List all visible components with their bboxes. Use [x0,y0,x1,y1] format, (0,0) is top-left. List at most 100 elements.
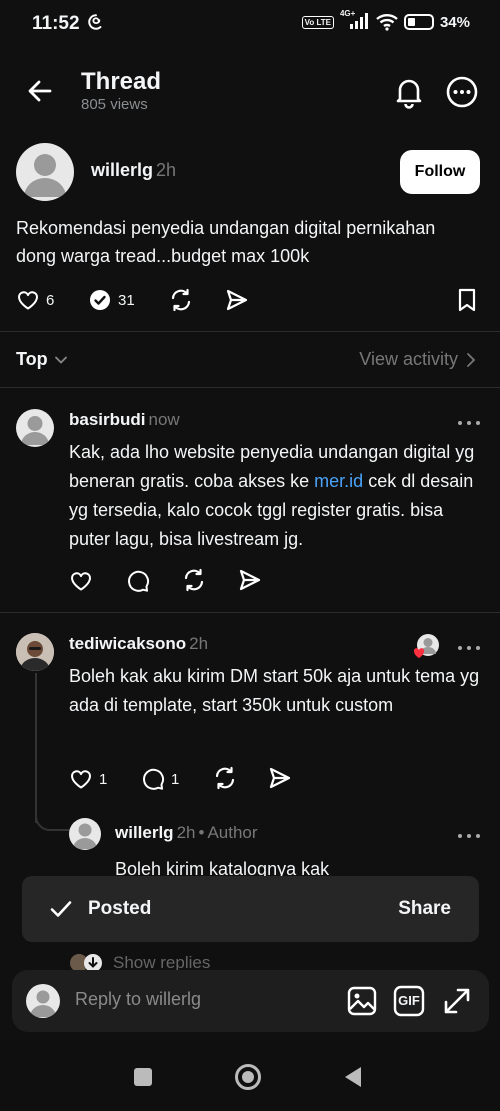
send-icon [226,289,248,311]
reply-username[interactable]: basirbudi [69,410,146,429]
like-button[interactable]: 6 [16,287,54,313]
wifi-icon [376,14,398,31]
gif-button[interactable]: GIF [392,984,426,1018]
post-time: 2h [156,160,177,180]
author-badge: Author [207,823,258,842]
thread-line [35,673,37,823]
replies-button[interactable]: 31 [88,287,135,313]
battery-fill [407,18,415,26]
reply-time: 2h [189,634,209,653]
volte-badge: Vo LTE [301,15,334,29]
post-actions: 6 31 [16,287,484,317]
toast-share-button[interactable]: Share [398,898,451,920]
heart-icon [18,291,38,310]
post-author[interactable]: willerlg 2h [91,160,176,181]
repost-icon [215,766,235,790]
reply-composer[interactable]: Reply to willerlg GIF [12,970,489,1032]
bookmark-button[interactable] [456,287,478,313]
reply-share-button[interactable] [237,567,263,593]
reply-count: 31 [118,291,135,309]
repost-icon [171,288,191,312]
more-horizontal-icon [458,421,480,425]
repost-icon [184,568,204,592]
reply-text: Boleh kak aku kirim DM start 50k aja unt… [69,666,480,715]
notifications-button[interactable] [391,74,427,110]
avatar[interactable] [16,143,74,201]
header: Thread 805 views [0,60,500,124]
reply-avatar[interactable] [69,818,101,850]
divider [0,331,500,332]
status-time: 11:52 [32,13,80,34]
composer-avatar [26,984,60,1018]
reply-text: Kak, ada lho website penyedia undangan d… [69,438,489,554]
reply-time: 2h [176,823,196,842]
reply-more-button[interactable] [456,639,482,659]
expand-icon [444,988,470,1014]
post-username[interactable]: willerlg [91,160,153,180]
battery-icon [403,14,434,30]
status-bar: 11:52 Vo LTE 4G+ 34% [0,0,500,50]
reply-comment-button[interactable] [126,568,150,594]
view-activity-label: View activity [359,349,458,369]
back-button[interactable] [24,75,56,107]
post-text: Rekomendasi penyedia undangan digital pe… [16,218,436,266]
profile-photo-icon [16,633,54,671]
reply-share-button[interactable] [267,765,293,791]
reply-author[interactable]: tediwicaksono 2h [69,634,208,654]
heart-icon [71,770,91,789]
reply-comment-button[interactable]: 1 [141,766,179,792]
reply-avatar[interactable] [16,409,54,447]
reply-username[interactable]: willerlg [115,823,174,842]
page-title: Thread [81,68,162,95]
send-icon [239,569,261,591]
chevron-right-icon [467,352,476,367]
reply-more-button[interactable] [456,414,482,434]
bookmark-icon [458,288,476,312]
follow-button[interactable]: Follow [400,150,480,194]
reply-count: 1 [171,770,180,788]
author-separator: • [198,823,205,842]
image-icon [347,986,377,1016]
share-button[interactable] [224,287,250,313]
divider [0,387,500,388]
view-activity-link[interactable]: View activity [359,349,476,370]
home-button[interactable] [233,1062,263,1092]
like-count: 1 [99,770,108,788]
repost-button[interactable] [168,287,194,313]
reply-like-button[interactable]: 1 [69,766,107,792]
reply-avatar[interactable] [16,633,54,671]
more-horizontal-icon [458,646,480,650]
system-back-button[interactable] [339,1062,369,1092]
liked-avatar-icon [413,634,439,658]
reply-author[interactable]: basirbudi now [69,410,180,430]
home-circle-icon [235,1064,261,1090]
thread-curve [35,806,70,831]
default-avatar-icon [24,154,66,197]
reply-more-button[interactable] [456,827,482,847]
reply-author[interactable]: willerlg 2h • Author [115,823,258,843]
comment-icon [128,570,150,592]
recents-button[interactable] [128,1062,158,1092]
triangle-back-icon [345,1067,361,1087]
battery-percent: 34% [439,13,470,31]
sort-row: Top View activity [0,335,500,385]
reply-repost-button[interactable] [181,567,207,593]
reply-like-button[interactable] [69,568,93,594]
reply-link[interactable]: mer.id [314,471,363,491]
reply-input[interactable]: Reply to willerlg [75,989,201,1010]
send-icon [269,767,291,789]
chevron-down-icon [54,356,67,364]
threads-notification-icon [87,13,105,36]
reply-repost-button[interactable] [212,765,238,791]
sort-dropdown[interactable]: Top [16,349,68,370]
image-button[interactable] [345,984,379,1018]
posted-toast: Posted Share [22,876,479,942]
expand-button[interactable] [440,984,474,1018]
like-count: 6 [46,291,55,309]
default-avatar-icon [21,416,49,445]
bell-icon [396,79,422,109]
heart-icon [71,572,91,591]
more-options-button[interactable] [444,74,480,110]
reply-username[interactable]: tediwicaksono [69,634,186,653]
sort-label: Top [16,349,48,369]
